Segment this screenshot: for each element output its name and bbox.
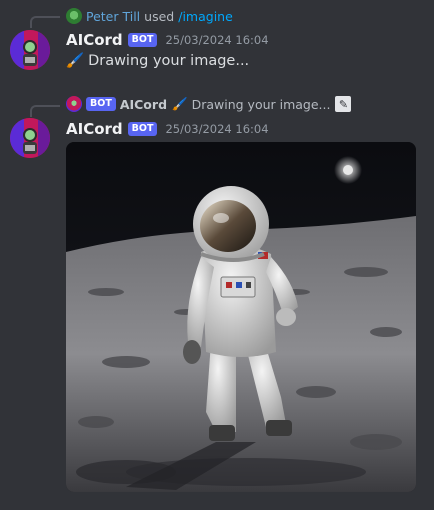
reply-connector-line [30, 105, 60, 117]
reply-author-name[interactable]: AICord [120, 97, 167, 112]
astronaut-on-moon-image[interactable] [66, 142, 416, 492]
bot-mini-avatar[interactable] [66, 96, 82, 112]
bot-tag: BOT [127, 122, 158, 136]
message-timestamp[interactable]: 25/03/2024 16:04 [165, 33, 268, 47]
reply-snippet: Drawing your image... [191, 96, 331, 112]
message-timestamp[interactable]: 25/03/2024 16:04 [165, 122, 268, 136]
message-header: AICord BOT 25/03/2024 16:04 [66, 31, 269, 49]
pencil-edit-icon: ✎ [335, 96, 352, 112]
reply-preview[interactable]: BOT AICord 🖌️ Drawing your image... ✎ [66, 96, 352, 112]
author-name[interactable]: AICord [66, 31, 123, 49]
message-header: AICord BOT 25/03/2024 16:04 [66, 120, 269, 138]
bot-avatar[interactable] [10, 30, 50, 70]
reply-used-text: used [144, 8, 175, 24]
paintbrush-icon: 🖌️ [172, 96, 188, 111]
author-name[interactable]: AICord [66, 120, 123, 138]
message-content: 🖌️ Drawing your image... [66, 52, 249, 69]
reply-preview[interactable]: Peter Till used /imagine [66, 8, 233, 24]
reply-bot-tag: BOT [86, 97, 116, 111]
reply-command[interactable]: /imagine [178, 9, 233, 24]
bot-tag: BOT [127, 33, 158, 47]
paintbrush-icon: 🖌️ [66, 53, 85, 69]
reply-connector-line [30, 16, 60, 28]
reply-user-name[interactable]: Peter Till [86, 9, 140, 24]
message-text: Drawing your image... [88, 53, 250, 69]
user-mini-avatar[interactable] [66, 8, 82, 24]
bot-avatar[interactable] [10, 118, 50, 158]
